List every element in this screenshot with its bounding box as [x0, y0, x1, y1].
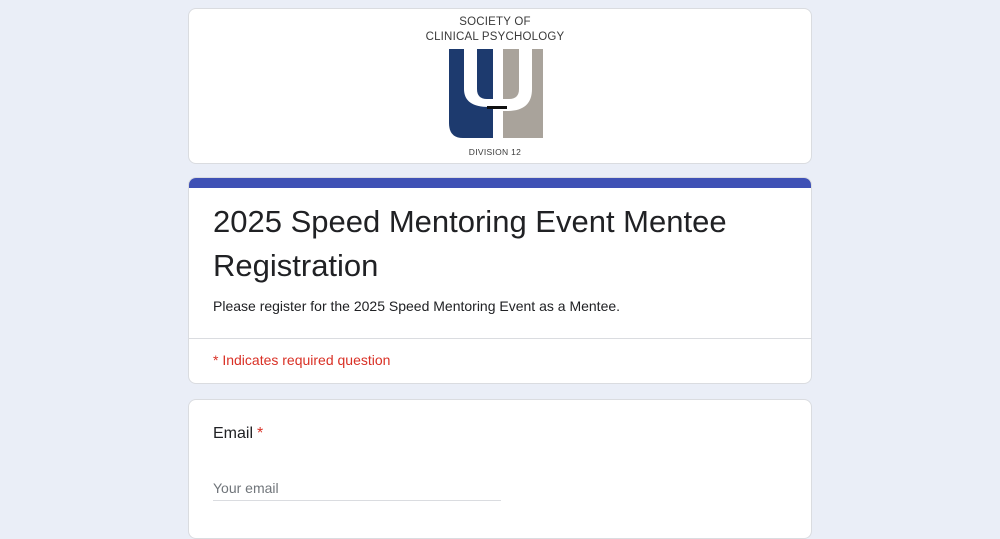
logo-text-clinical-psychology: CLINICAL PSYCHOLOGY: [425, 31, 565, 43]
header-card: SOCIETY OF CLINICAL PSYCHOLOGY DIVISION …: [188, 8, 812, 164]
society-logo: SOCIETY OF CLINICAL PSYCHOLOGY DIVISION …: [189, 9, 811, 163]
email-label-text: Email: [213, 425, 254, 442]
email-question-label: Email *: [213, 425, 263, 443]
form-title: 2025 Speed Mentoring Event Mentee Regist…: [213, 204, 727, 283]
psi-logo-icon: [449, 49, 543, 138]
form-title-card: 2025 Speed Mentoring Event Mentee Regist…: [188, 177, 812, 384]
form-description: Please register for the 2025 Speed Mento…: [213, 298, 621, 314]
required-question-note: * Indicates required question: [213, 352, 391, 368]
required-asterisk: *: [257, 425, 264, 442]
logo-text-society: SOCIETY OF: [459, 16, 531, 28]
logo-text-division: DIVISION 12: [468, 147, 522, 157]
divider: [189, 338, 811, 339]
email-input[interactable]: [213, 476, 501, 501]
accent-bar: [189, 178, 811, 188]
email-question-card: Email *: [188, 399, 812, 539]
